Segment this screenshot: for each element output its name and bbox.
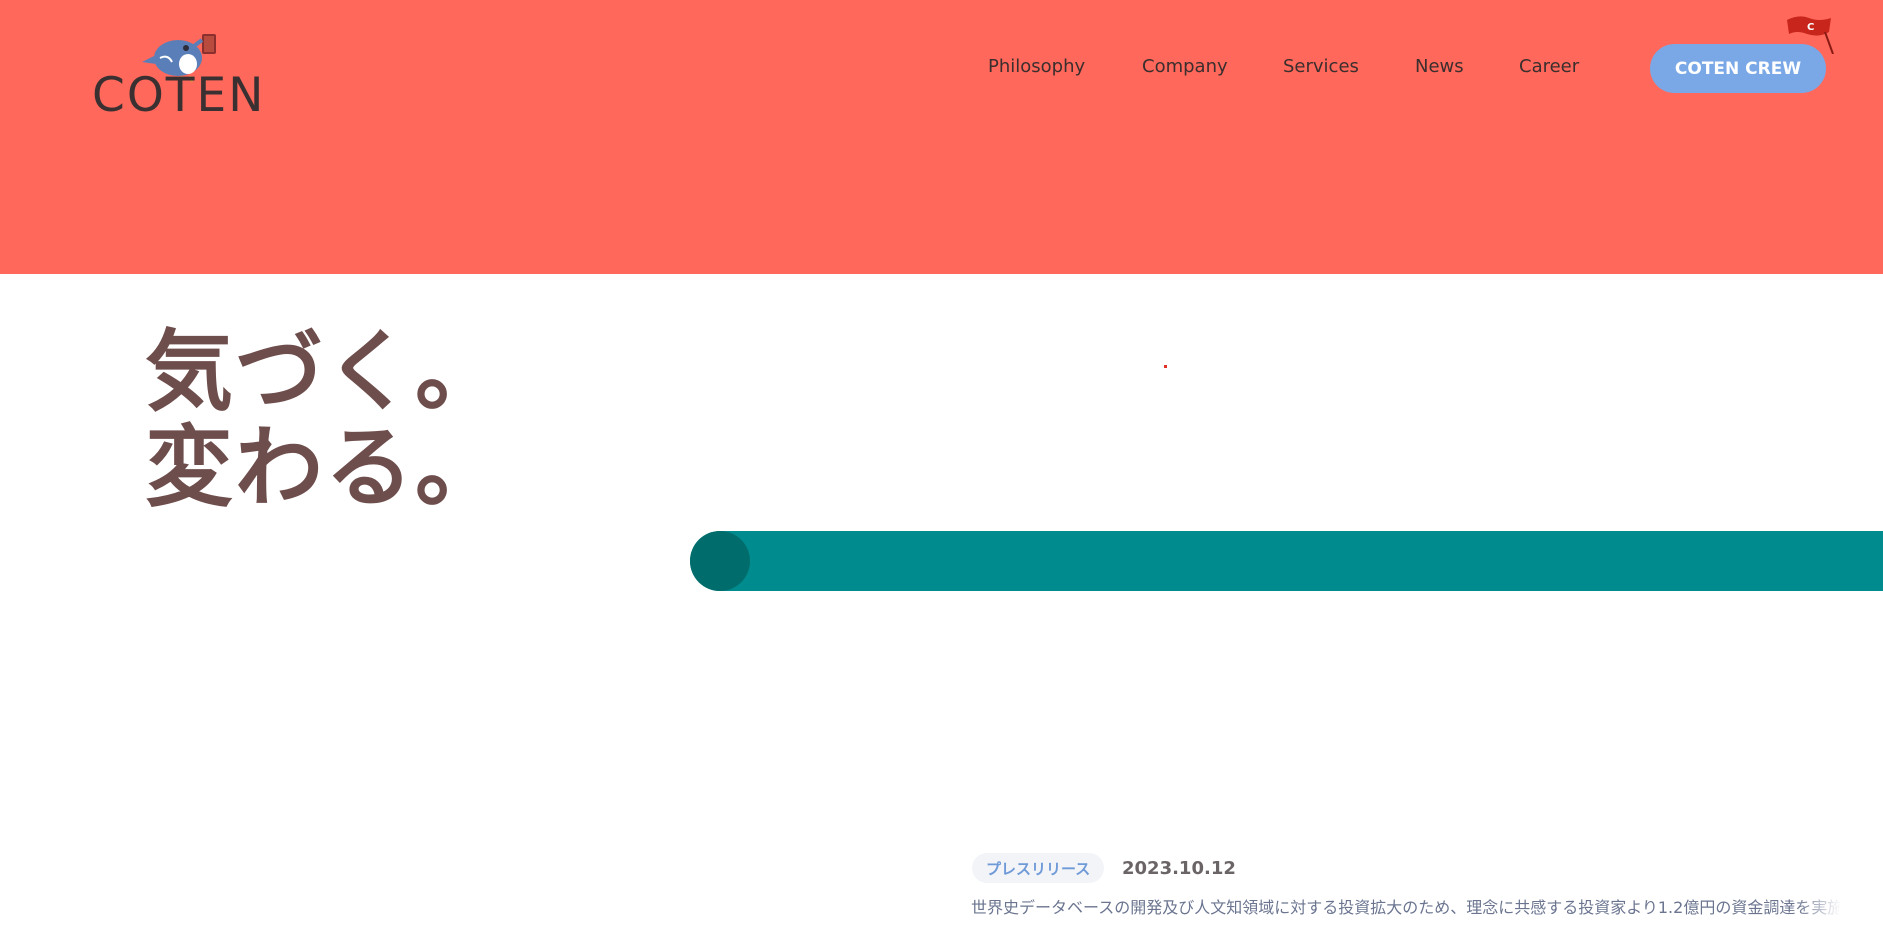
page: COTEN Philosophy Company Services News C… (0, 0, 1883, 927)
news-headline-link[interactable]: 世界史データベースの開発及び人文知領域に対する投資拡大のため、理念に共感する投資… (971, 894, 1841, 918)
red-flag-icon[interactable]: C (1785, 14, 1835, 54)
nav-philosophy[interactable]: Philosophy (988, 56, 1085, 77)
news-category-tag[interactable]: プレスリリース (972, 853, 1105, 883)
teal-bar-knob (690, 531, 750, 591)
headline-line-2: 変わる。 (145, 416, 506, 519)
header-band (0, 0, 1883, 274)
teal-progress-bar (690, 531, 1883, 591)
nav-services[interactable]: Services (1283, 56, 1359, 77)
red-dot-marker (1164, 365, 1167, 368)
flag-letter: C (1807, 22, 1814, 33)
nav-news[interactable]: News (1415, 56, 1464, 77)
coten-logo[interactable]: COTEN (92, 28, 272, 120)
nav-career[interactable]: Career (1519, 56, 1579, 77)
logo-text: COTEN (92, 68, 266, 123)
hero-headline: 気づく。 変わる。 (145, 324, 505, 516)
nav-company[interactable]: Company (1142, 56, 1228, 77)
headline-line-1: 気づく。 (145, 320, 506, 423)
news-date: 2023.10.12 (1122, 858, 1236, 879)
